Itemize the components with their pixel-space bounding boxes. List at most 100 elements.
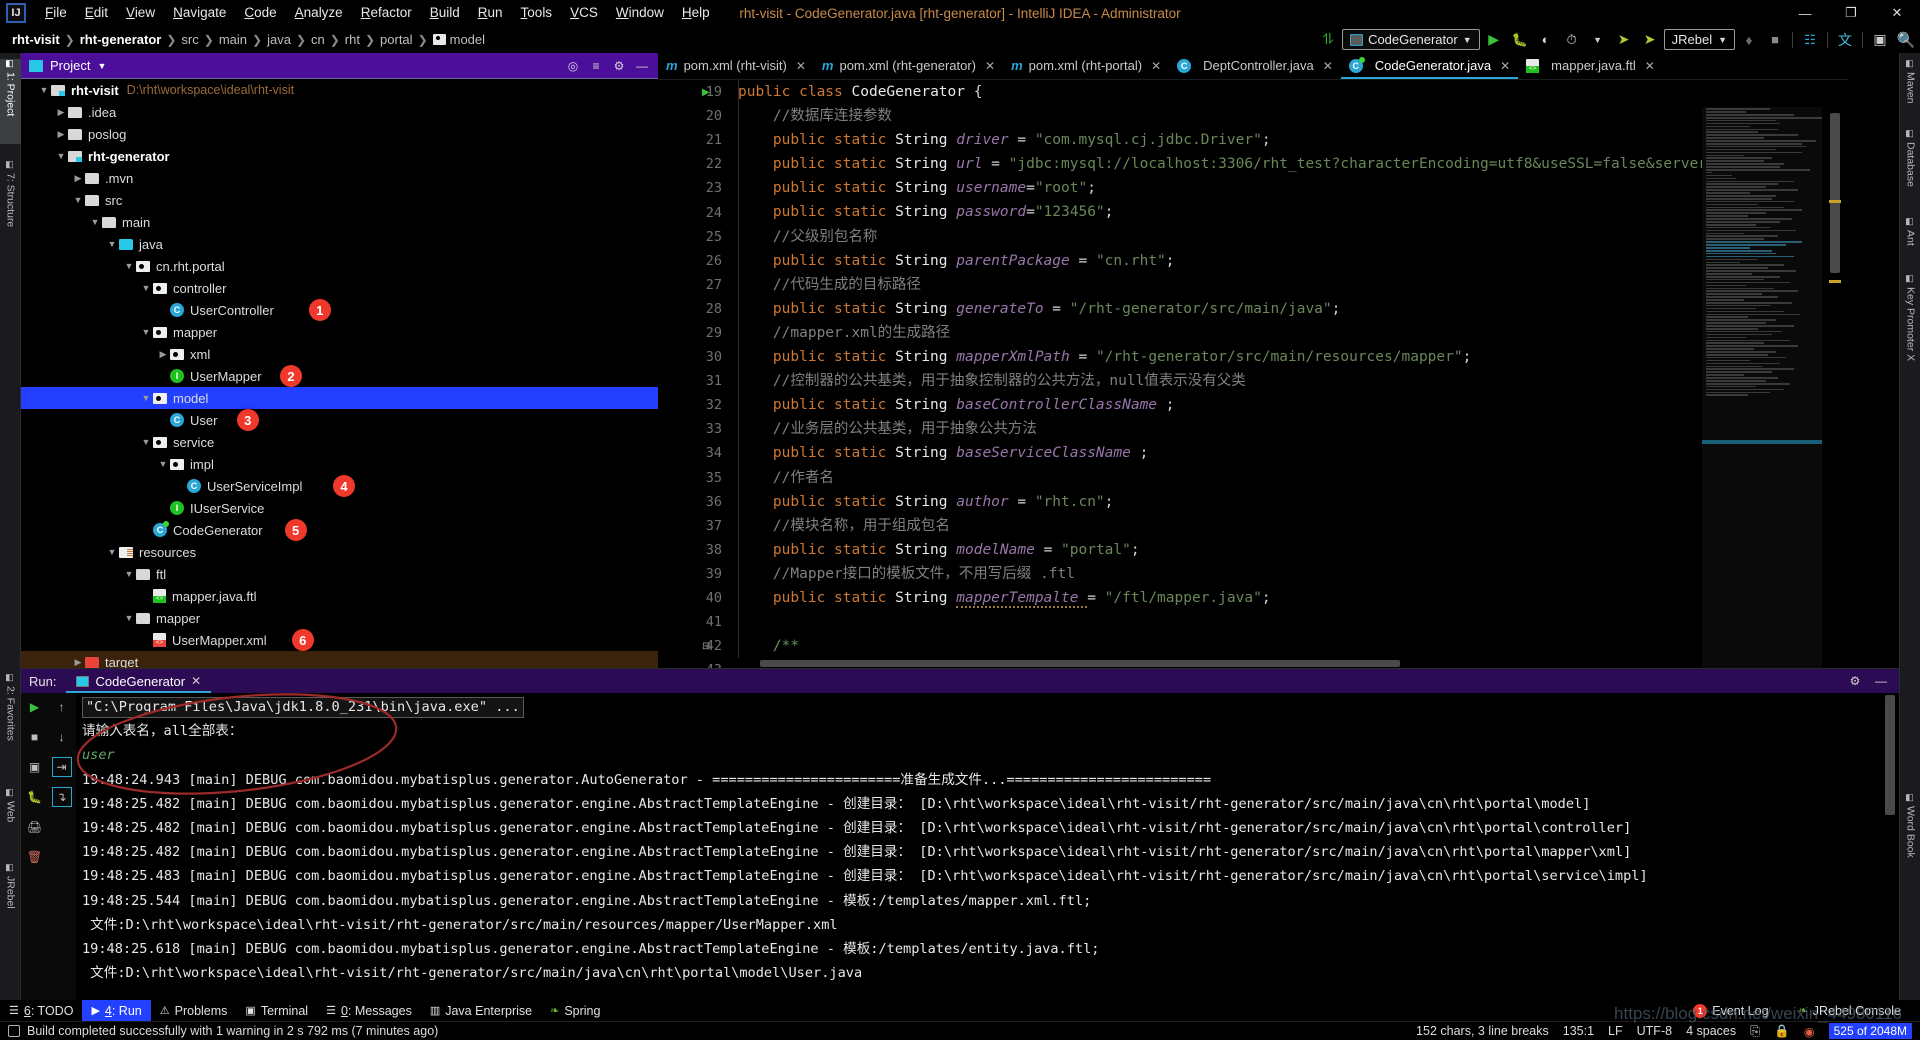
tool-window-button-ant[interactable]: ◧Ant [1900,217,1920,258]
run-gutter-icon[interactable]: ▶ [702,87,710,98]
close-icon[interactable]: ✕ [1500,59,1510,73]
breadcrumb-item-src[interactable]: src [177,32,202,47]
tool-window-button-maven[interactable]: ◧Maven [1900,59,1920,113]
menu-item-help[interactable]: Help [673,1,719,25]
tree-node-rht-visit[interactable]: ▼rht-visitD:\rht\workspace\ideal\rht-vis… [21,79,658,101]
scroll-to-end-icon[interactable]: ↴ [52,787,72,807]
code-line[interactable]: public static String author = "rht.cn"; [730,490,1848,514]
window-controls[interactable]: — ❐ ✕ [1782,0,1920,26]
tool-window-button-word-book[interactable]: ◧Word Book [1900,793,1920,872]
code-line[interactable]: //Mapper接口的模板文件，不用写后缀 .ftl [730,562,1848,586]
bottom-tab-spring[interactable]: ❧Spring [541,1000,609,1021]
bottom-tab-problems[interactable]: ⚠Problems [151,1000,237,1021]
close-button[interactable]: ✕ [1874,0,1920,26]
menu-item-file[interactable]: File [36,1,76,25]
line-number[interactable]: 31 [658,369,730,393]
close-icon[interactable]: ✕ [796,59,806,73]
gear-icon[interactable]: ⚙ [611,58,627,74]
editor-tab-bar[interactable]: mpom.xml (rht-visit)✕mpom.xml (rht-gener… [658,53,1848,80]
right-tool-strip[interactable]: ◧Maven◧Database◧Ant◧Key Promoter X◧Word … [1899,53,1920,1013]
main-menu[interactable]: FileEditViewNavigateCodeAnalyzeRefactorB… [36,0,719,26]
rerun-icon[interactable]: ▶ [25,697,45,717]
scroll-up-icon[interactable]: ↑ [52,697,72,717]
debug-icon[interactable]: 🐛 [1508,29,1532,51]
tree-node-.mvn[interactable]: ▶.mvn [21,167,658,189]
chevron-right-icon[interactable]: ▶ [54,107,68,118]
breadcrumb-item-cn[interactable]: cn [307,32,329,47]
tool-window-button-7--structure[interactable]: ◧7: Structure [0,160,21,258]
tree-node-poslog[interactable]: ▶poslog [21,123,658,145]
minimize-button[interactable]: — [1782,0,1828,26]
code-line[interactable]: public static String username="root"; [730,176,1848,200]
close-icon[interactable]: ✕ [191,674,201,688]
menu-item-window[interactable]: Window [607,1,673,25]
target-icon[interactable]: ◎ [565,58,581,74]
attach-process-icon[interactable]: ➤ [1638,29,1662,51]
code-line[interactable]: public static String parentPackage = "cn… [730,249,1848,273]
chevron-down-icon[interactable]: ▼ [105,547,119,557]
tree-node-iuserservice[interactable]: IIUserService [21,497,658,519]
line-number[interactable]: 23 [658,176,730,200]
code-line[interactable]: //控制器的公共基类，用于抽象控制器的公共方法，null值表示没有父类 [730,369,1848,393]
search-icon[interactable]: 🔍 [1894,29,1918,51]
line-number[interactable]: 30 [658,345,730,369]
tree-node-codegenerator[interactable]: CCodeGenerator [21,519,658,541]
bottom-tab-terminal[interactable]: ▣Terminal [236,1000,317,1021]
project-panel-header[interactable]: Project ▼ ◎ ≡ ⚙ — [21,53,658,79]
chevron-down-icon[interactable]: ▼ [122,613,136,623]
chevron-down-icon[interactable]: ▼ [1586,29,1610,51]
tree-node-user[interactable]: CUser [21,409,658,431]
maximize-button[interactable]: ❐ [1828,0,1874,26]
line-number[interactable]: 20 [658,104,730,128]
chevron-down-icon[interactable]: ▼ [97,61,106,71]
breadcrumb-item-rht-generator[interactable]: rht-generator [76,32,166,47]
tree-node-target[interactable]: ▶target [21,651,658,668]
tree-node-model[interactable]: ▼model [21,387,658,409]
profiler-icon[interactable]: ⏱ [1560,29,1584,51]
file-encoding[interactable]: UTF-8 [1637,1024,1672,1038]
breadcrumb-item-java[interactable]: java [263,32,295,47]
code-editor[interactable]: 19▶2021222324252627282930313233343536373… [658,80,1848,668]
bottom-tab-4--run[interactable]: ▶4: Run [82,1000,150,1021]
chevron-right-icon[interactable]: ▶ [54,129,68,140]
tree-node-src[interactable]: ▼src [21,189,658,211]
code-line[interactable]: //代码生成的目标路径 [730,273,1848,297]
tree-node-impl[interactable]: ▼impl [21,453,658,475]
fold-icon[interactable]: ⊟ [702,641,710,652]
run-icon[interactable]: ▶ [1482,29,1506,51]
breadcrumb[interactable]: rht-visit❯rht-generator❯src❯main❯java❯cn… [0,32,489,47]
lock-icon[interactable]: 🔒 [1774,1024,1790,1039]
editor-tab-pom.xml--rht-generator-[interactable]: mpom.xml (rht-generator)✕ [814,52,1003,79]
run-with-coverage-icon[interactable]: ◐ [1534,29,1558,51]
bottom-tab-java-enterprise[interactable]: ▥Java Enterprise [421,1000,541,1021]
tree-node-resources[interactable]: ▼resources [21,541,658,563]
code-line[interactable]: public static String mapperTempalte = "/… [730,586,1848,610]
bottom-tab-event-log[interactable]: 1Event Log [1684,1000,1777,1021]
breadcrumb-item-model[interactable]: model [429,32,489,47]
close-icon[interactable]: ✕ [1151,59,1161,73]
gear-icon[interactable]: ⚙ [1847,673,1863,689]
git-branch-icon[interactable]: ⎘ [1750,1024,1760,1039]
editor-tab-pom.xml--rht-portal-[interactable]: mpom.xml (rht-portal)✕ [1003,52,1169,79]
translate-icon[interactable]: 文 [1833,29,1857,51]
menu-item-edit[interactable]: Edit [76,1,117,25]
chevron-down-icon[interactable]: ▼ [122,569,136,579]
tool-window-button-jrebel[interactable]: ◧JRebel [0,863,21,923]
close-icon[interactable]: ✕ [1645,59,1655,73]
minimize-icon[interactable]: — [1873,673,1889,689]
code-line[interactable]: public static String mapperXmlPath = "/r… [730,345,1848,369]
chevron-down-icon[interactable]: ▼ [105,239,119,249]
chevron-down-icon[interactable]: ▼ [139,327,153,337]
line-number[interactable]: 21 [658,128,730,152]
chevron-down-icon[interactable]: ▼ [54,151,68,161]
tool-window-button-database[interactable]: ◧Database [1900,129,1920,201]
code-line[interactable]: public static String generateTo = "/rht-… [730,297,1848,321]
print-icon[interactable]: 🖨 [25,817,45,837]
close-icon[interactable]: ✕ [1323,59,1333,73]
line-number[interactable]: 40 [658,586,730,610]
debug-icon[interactable]: 🐛 [25,787,45,807]
tree-node-mapper[interactable]: ▼mapper [21,607,658,629]
code-line[interactable] [730,610,1848,634]
editor-tab-mapper.java.ftl[interactable]: mapper.java.ftl✕ [1518,52,1663,79]
jrebel-selector[interactable]: JRebel ▼ [1664,29,1735,50]
